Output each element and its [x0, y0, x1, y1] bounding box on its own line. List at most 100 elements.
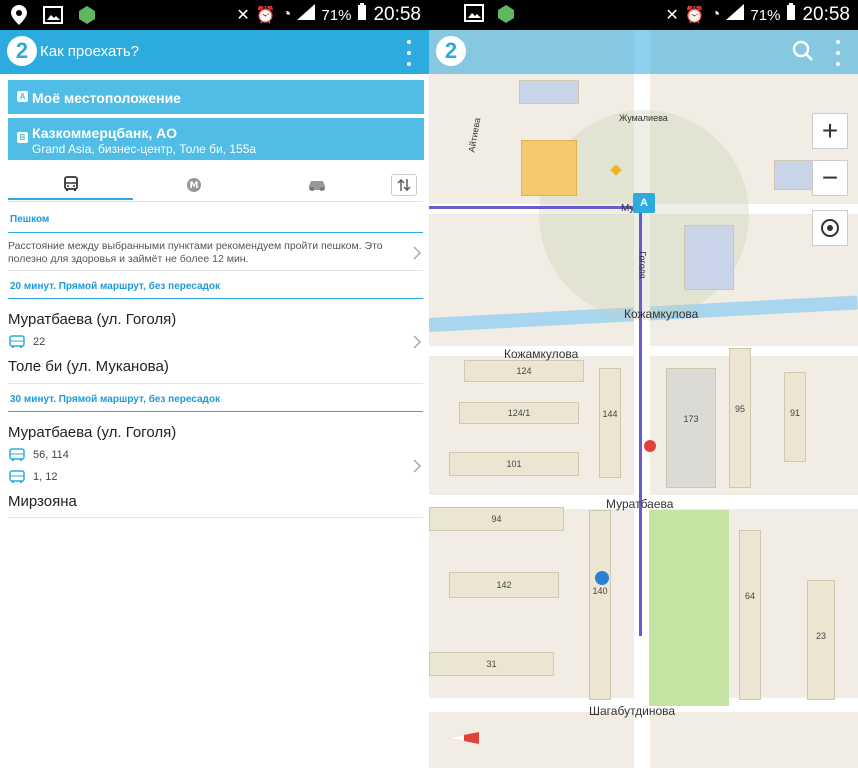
zoom-in-button[interactable]: + — [812, 113, 848, 149]
metro-icon: M — [187, 178, 201, 192]
street-label: Кожамкулова — [504, 347, 579, 361]
route1-from: Муратбаева (ул. Гоголя) — [8, 311, 177, 328]
battery-percent: 71% — [321, 6, 352, 24]
street-label: Кожамкулова — [624, 307, 699, 321]
swap-direction-button[interactable] — [391, 174, 417, 196]
walk-text[interactable]: Расстояние между выбранными пунктами рек… — [8, 240, 403, 266]
app-bar: 2 Как проехать? — [0, 30, 429, 74]
building: 95 — [729, 348, 751, 488]
tab-car[interactable] — [255, 170, 379, 200]
page-title: Как проехать? — [40, 43, 140, 60]
bus-icon — [9, 470, 25, 483]
battery-icon — [357, 3, 367, 27]
park — [649, 510, 729, 706]
route2-to: Мирзояна — [8, 493, 77, 510]
building: 124/1 — [459, 402, 579, 424]
route-line — [429, 206, 641, 209]
building: 94 — [429, 507, 564, 531]
search-icon[interactable] — [792, 40, 814, 67]
mute-icon: ✕ — [236, 7, 250, 24]
street-label: Муратбаева — [606, 497, 674, 511]
divider — [8, 201, 423, 202]
mute-icon: ✕ — [665, 7, 679, 24]
route2-bus1: 56, 114 — [33, 449, 69, 461]
tab-bus[interactable] — [8, 170, 133, 200]
gallery-icon — [42, 4, 64, 26]
app-logo[interactable]: 2 — [7, 36, 37, 66]
my-location-button[interactable] — [812, 210, 848, 246]
destination-pin-icon[interactable] — [595, 571, 609, 585]
zoom-out-button[interactable]: − — [812, 160, 848, 196]
building: 64 — [739, 530, 761, 700]
overflow-menu-icon[interactable] — [401, 40, 417, 66]
street-label: Шагабутдинова — [589, 704, 676, 718]
status-bar: ✕ ⏰ ◔ 71% 20:58 — [429, 0, 858, 30]
building: 31 — [429, 652, 554, 676]
transport-tabs: M — [8, 170, 418, 200]
divider — [8, 270, 423, 271]
chevron-right-icon — [413, 335, 422, 349]
marker-a-icon: A — [17, 91, 28, 102]
route2-from: Муратбаева (ул. Гоголя) — [8, 424, 177, 441]
alarm-icon: ⏰ — [684, 7, 705, 24]
target-icon — [821, 219, 839, 237]
street-label: Айтиева — [466, 116, 483, 154]
building: 91 — [784, 372, 806, 462]
wifi-icon: ◔ — [710, 6, 721, 23]
walk-title: Пешком — [10, 214, 50, 225]
street-label: Гоголя — [637, 251, 648, 279]
route2-bus2: 1, 12 — [33, 471, 58, 483]
map-view[interactable]: 124 124/1 101 94 142 31 144 173 95 91 14… — [429, 0, 858, 768]
bus-icon — [9, 335, 25, 348]
building — [519, 80, 579, 104]
to-location[interactable]: B Казкоммерцбанк, АО Grand Asia, бизнес-… — [8, 118, 424, 160]
to-address: Grand Asia, бизнес-центр, Толе би, 155а — [32, 142, 257, 156]
svg-text:M: M — [190, 181, 199, 191]
map-app-bar: 2 — [429, 30, 858, 74]
app-icon — [76, 4, 98, 26]
signal-icon — [726, 4, 745, 26]
route1-to: Толе би (ул. Муканова) — [8, 358, 169, 375]
compass-icon[interactable] — [449, 728, 479, 748]
building: 101 — [449, 452, 579, 476]
building — [684, 225, 734, 290]
divider — [8, 298, 423, 299]
chevron-right-icon — [413, 459, 422, 473]
building: 23 — [807, 580, 835, 700]
battery-icon — [786, 3, 796, 27]
route2-title: 30 минут. Прямой маршрут, без пересадок — [10, 394, 221, 405]
marker-a[interactable]: A — [633, 193, 655, 213]
marker-b-icon: B — [17, 132, 28, 143]
from-label: Моё местоположение — [32, 90, 181, 106]
divider — [8, 411, 423, 412]
alarm-icon: ⏰ — [255, 7, 276, 24]
app-icon — [496, 4, 516, 29]
route-panel: ✕ ⏰ ◔ 71% 20:58 2 Как проехать? A Моё ме… — [0, 0, 429, 768]
signal-icon — [297, 4, 316, 26]
route1-bus: 22 — [33, 336, 46, 348]
app-logo[interactable]: 2 — [436, 36, 466, 66]
car-icon — [309, 181, 325, 191]
bus-icon — [9, 448, 25, 461]
route1-title: 20 минут. Прямой маршрут, без пересадок — [10, 281, 221, 292]
divider — [8, 232, 423, 233]
gallery-icon — [464, 4, 484, 29]
highlighted-building — [521, 140, 577, 196]
wifi-icon: ◔ — [281, 6, 292, 23]
tab-metro[interactable]: M — [133, 170, 255, 200]
bus-icon — [63, 176, 78, 191]
bus-stop-icon[interactable] — [644, 440, 656, 452]
divider — [8, 517, 423, 518]
battery-percent: 71% — [750, 6, 781, 24]
status-bar: ✕ ⏰ ◔ 71% 20:58 — [0, 0, 429, 30]
divider — [8, 383, 423, 384]
building: 124 — [464, 360, 584, 382]
overflow-menu-icon[interactable] — [830, 40, 846, 66]
building: 142 — [449, 572, 559, 598]
building: 173 — [666, 368, 716, 488]
location-icon — [8, 4, 30, 26]
clock: 20:58 — [802, 4, 850, 25]
from-location[interactable]: A Моё местоположение — [8, 80, 424, 114]
clock: 20:58 — [373, 4, 421, 25]
chevron-right-icon — [413, 246, 422, 260]
